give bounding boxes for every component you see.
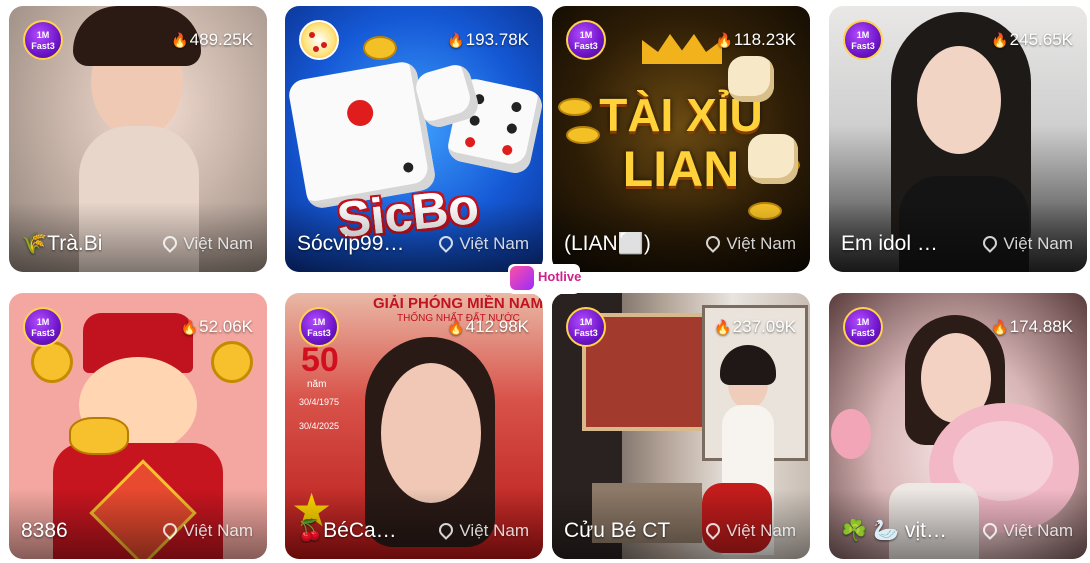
streamer-name: (LIAN⬜) [564,232,651,255]
map-pin-icon [980,519,1001,540]
map-pin-icon [980,232,1001,253]
viewer-count: 🔥52.06K [180,317,253,336]
live-card[interactable]: TÀI XỈU LIAN 1M Fast3 🔥118.23K (LIAN⬜) Vi… [552,6,810,272]
location-label: Việt Nam [703,232,796,254]
map-pin-icon [160,232,181,253]
map-pin-icon [436,232,457,253]
streamer-name: 🌾Trà.Bi [21,232,103,255]
live-card[interactable]: 1M Fast3 🔥245.65K Em idol … Việt Nam [829,6,1087,272]
viewer-count: 🔥245.65K [991,30,1073,49]
fast3-badge-icon: 1M Fast3 [843,20,883,60]
live-card[interactable]: 1M Fast3 🔥52.06K 8386 Việt Nam [9,293,267,559]
live-card[interactable]: SicBo 🔥193.78K Sócvip99… Việt Nam [285,6,543,272]
location-label: Việt Nam [436,232,529,254]
fire-icon: 🔥 [171,32,189,48]
map-pin-icon [436,519,457,540]
location-label: Việt Nam [703,519,796,541]
live-card[interactable]: 1M Fast3 🔥237.09K Cửu Bé CT Việt Nam [552,293,810,559]
fast3-badge-icon: 1M Fast3 [23,20,63,60]
anniversary-unit: năm [307,379,327,390]
live-card[interactable]: 1M Fast3 🔥489.25K 🌾Trà.Bi Việt Nam [9,6,267,272]
fast3-badge-icon: 1M Fast3 [566,20,606,60]
map-pin-icon [160,519,181,540]
streamer-name: Sócvip99… [297,232,405,255]
map-pin-icon [703,232,724,253]
location-label: Việt Nam [436,519,529,541]
streamer-name: 🍒BéCa… [297,519,397,542]
live-card[interactable]: 1M Fast3 🔥174.88K ☘️ 🦢 vịt… Việt Nam [829,293,1087,559]
fire-icon: 🔥 [991,32,1009,48]
viewer-count: 🔥193.78K [447,30,529,49]
fire-icon: 🔥 [715,32,733,48]
fast3-badge-icon: 1M Fast3 [843,307,883,347]
fast3-badge-icon: 1M Fast3 [299,307,339,347]
fire-icon: 🔥 [447,319,465,335]
streamer-name: Em idol … [841,232,938,255]
hotlive-logo-text: Hotlive [538,269,582,284]
fast3-badge-icon: 1M Fast3 [566,307,606,347]
viewer-count: 🔥237.09K [714,317,796,336]
fire-icon: 🔥 [180,319,199,335]
location-label: Việt Nam [980,519,1073,541]
fire-icon: 🔥 [714,319,732,335]
fire-icon: 🔥 [991,319,1009,335]
location-label: Việt Nam [160,232,253,254]
map-pin-icon [703,519,724,540]
streamer-name: 8386 [21,519,68,542]
location-label: Việt Nam [980,232,1073,254]
viewer-count: 🔥118.23K [715,30,796,49]
viewer-count: 🔥174.88K [991,317,1073,336]
fast3-badge-icon: 1M Fast3 [23,307,63,347]
live-card[interactable]: GIẢI PHÓNG MIỀN NAM THỐNG NHẤT ĐẤT NƯỚC … [285,293,543,559]
location-label: Việt Nam [160,519,253,541]
viewer-count: 🔥489.25K [171,30,253,49]
dice-badge-icon [299,20,339,60]
hotlive-logo: Hotlive [508,264,582,294]
anniversary-date-start: 30/4/1975 [299,397,340,407]
anniversary-date-end: 30/4/2025 [299,421,340,431]
viewer-count: 🔥412.98K [447,317,529,336]
fire-icon: 🔥 [447,32,465,48]
heart-logo-icon [510,266,534,290]
banner-headline: GIẢI PHÓNG MIỀN NAM [373,295,543,312]
streamer-name: Cửu Bé CT [564,519,671,542]
streamer-name: ☘️ 🦢 vịt… [841,519,947,542]
